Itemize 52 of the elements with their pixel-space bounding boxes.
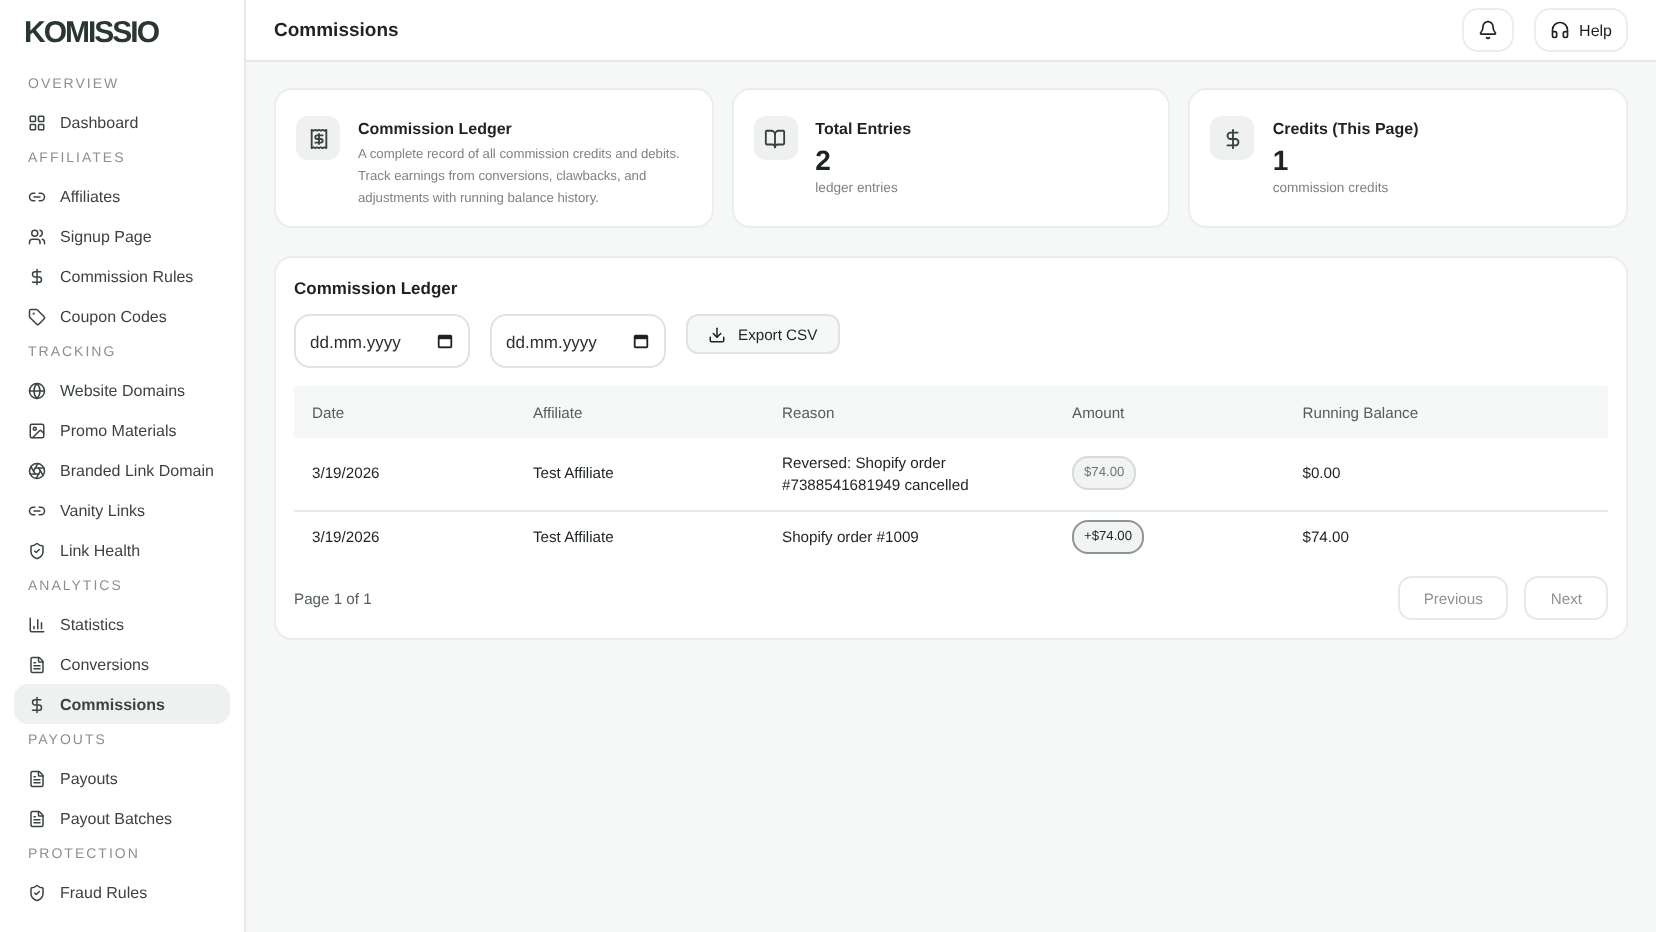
card-title: Commission Ledger [358, 120, 514, 138]
nav-icon [28, 615, 46, 633]
card-icon [753, 116, 798, 160]
sidebar-item[interactable]: Commission Rules [14, 256, 230, 296]
bell-icon [1477, 20, 1498, 40]
calendar-icon [436, 332, 454, 350]
nav-icon [28, 883, 46, 901]
nav-icon [28, 267, 46, 285]
nav-icon [28, 501, 46, 519]
nav-icon [28, 461, 46, 479]
sidebar-item[interactable]: Payouts [14, 758, 230, 798]
nav-icon [28, 421, 46, 439]
card-title: Total Entries [815, 120, 912, 138]
nav-icon [28, 769, 46, 787]
nav-icon [28, 113, 46, 131]
nav-icon [28, 695, 46, 713]
date-field[interactable]: dd.mm.yyyy [490, 314, 666, 368]
sidebar-item[interactable]: Fraud Rules [14, 872, 230, 912]
nav-icon [28, 307, 46, 325]
nav-icon [28, 187, 46, 205]
sidebar-item[interactable]: Affiliates [14, 176, 230, 216]
sidebar-item[interactable]: Commissions [14, 684, 230, 724]
sidebar-item[interactable]: Branded Link Domain [14, 450, 230, 490]
sidebar-item[interactable]: Statistics [14, 604, 230, 644]
brand-logo: KOMISSIO [22, 16, 161, 54]
nav-icon [28, 227, 46, 245]
nav-icon [28, 381, 46, 399]
notifications-button[interactable] [1461, 8, 1514, 52]
nav-icon [28, 541, 46, 559]
sidebar-item[interactable]: Dashboard [14, 102, 230, 142]
sidebar-item[interactable]: Website Domains [14, 370, 230, 410]
sidebar-item[interactable]: Promo Materials [14, 410, 230, 450]
panel-title: Commission Ledger [294, 278, 460, 298]
sidebar-item[interactable]: Coupon Codes [14, 296, 230, 336]
stat-value: 2 [815, 144, 833, 176]
sidebar-item[interactable]: Link Health [14, 530, 230, 570]
sidebar-item[interactable]: Conversions [14, 644, 230, 684]
headset-icon [1549, 20, 1570, 40]
stat-value: 1 [1272, 144, 1291, 176]
card-icon [296, 116, 340, 160]
nav-icon [28, 655, 46, 673]
help-button[interactable]: Help [1533, 8, 1628, 52]
date-field[interactable]: dd.mm.yyyy [294, 314, 470, 368]
sidebar-item[interactable]: Payout Batches [14, 798, 230, 838]
card-title: Credits (This Page) [1272, 120, 1419, 138]
calendar-icon [632, 332, 650, 350]
sidebar-item[interactable]: Signup Page [14, 216, 230, 256]
page-title: Commissions [274, 19, 401, 41]
download-icon [708, 325, 726, 343]
card-icon [1210, 116, 1255, 160]
nav-icon [28, 809, 46, 827]
sidebar-item[interactable]: Vanity Links [14, 490, 230, 530]
